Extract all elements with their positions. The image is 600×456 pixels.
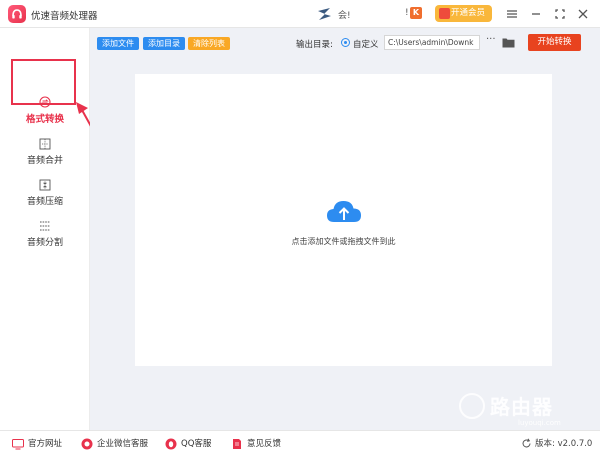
open-vip-label: 开通会员 (451, 8, 486, 18)
feedback-icon (233, 439, 241, 449)
wechat-service-icon (81, 438, 93, 450)
refresh-icon (522, 438, 531, 448)
footer-qq-link[interactable]: QQ客服 (165, 438, 211, 450)
split-icon (40, 221, 50, 231)
sidebar-item-label: 格式转换 (25, 114, 64, 125)
app-logo-icon (8, 5, 26, 23)
watermark-logo-icon (459, 393, 485, 419)
close-icon[interactable] (574, 5, 592, 23)
highlight-annotation (11, 59, 76, 105)
output-path-input[interactable]: C:\Users\admin\Downk (384, 35, 480, 50)
add-file-button[interactable]: 添加文件 (97, 37, 139, 50)
qq-icon (165, 438, 177, 450)
user-avatar-icon[interactable] (316, 6, 334, 22)
monitor-icon (12, 439, 24, 450)
sidebar-item-label: 音频合并 (26, 156, 63, 166)
clear-list-button[interactable]: 清除列表 (188, 37, 230, 50)
main-panel: 添加文件 添加目录 清除列表 输出目录: 自定义 C:\Users\admin\… (90, 28, 600, 430)
more-options-button[interactable]: ··· (486, 34, 496, 45)
folder-icon[interactable] (502, 37, 515, 48)
menu-icon[interactable] (503, 5, 521, 23)
footer-site-link[interactable]: 官方网址 (12, 438, 62, 450)
drop-zone-hint: 点击添加文件或拖拽文件到此 (291, 237, 396, 246)
footer-version[interactable]: 版本: v2.0.7.0 (521, 438, 592, 450)
watermark: 路由器 luyouqi.com (459, 393, 599, 433)
footer-bar: 官方网址 企业微信客服 QQ客服 意见反馈 版本: v2.0.7.0 (0, 430, 600, 456)
footer-feedback-link[interactable]: 意见反馈 (231, 438, 281, 450)
maximize-icon[interactable] (551, 5, 569, 23)
sidebar-item-split[interactable]: 音频分割 (0, 220, 90, 248)
sidebar-item-label: 音频压缩 (26, 197, 63, 207)
crown-icon (439, 8, 450, 19)
open-vip-button[interactable]: 开通会员 (435, 5, 492, 22)
watermark-title: 路由器 (490, 395, 553, 419)
merge-icon (39, 138, 51, 150)
title-bar: 优速音频处理器 会! ! K 开通会员 (0, 0, 600, 28)
app-title: 优速音频处理器 (31, 11, 98, 22)
watermark-url: luyouqi.com (518, 419, 561, 427)
minimize-icon[interactable] (527, 5, 545, 23)
output-dir-label: 输出目录: (296, 40, 333, 50)
vip-level-badge: K (410, 7, 422, 19)
cloud-upload-icon (327, 201, 361, 222)
footer-wechat-link[interactable]: 企业微信客服 (81, 438, 148, 450)
file-drop-zone[interactable]: 点击添加文件或拖拽文件到此 (135, 74, 552, 366)
vip-divider: ! (405, 8, 409, 18)
add-folder-button[interactable]: 添加目录 (143, 37, 185, 50)
compress-icon (39, 179, 51, 191)
user-name[interactable]: 会! (338, 8, 351, 21)
sidebar-item-label: 音频分割 (26, 238, 63, 248)
start-convert-button[interactable]: 开始转换 (528, 34, 581, 51)
custom-radio[interactable] (341, 38, 350, 47)
custom-radio-label[interactable]: 自定义 (353, 38, 379, 50)
